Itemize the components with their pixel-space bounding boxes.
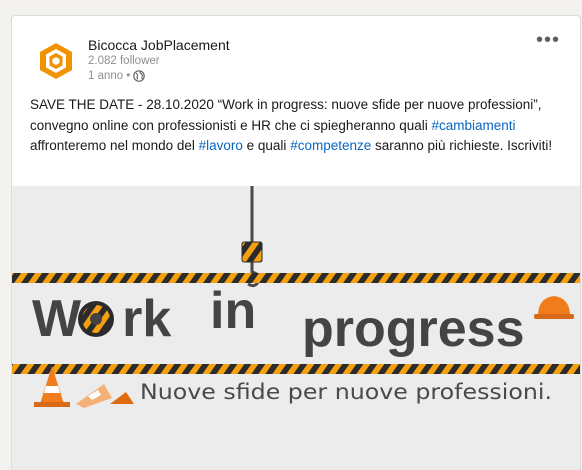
- hazard-o-icon: [78, 301, 114, 337]
- post-text-part-3: e quali: [242, 138, 291, 153]
- post-age: 1 anno: [88, 70, 124, 82]
- post-card: Bicocca JobPlacement 2.082 follower 1 an…: [11, 15, 581, 470]
- hashtag-lavoro[interactable]: #lavoro: [199, 138, 243, 153]
- company-name[interactable]: Bicocca JobPlacement: [88, 37, 230, 53]
- fallen-cone-icon: [76, 384, 134, 408]
- hard-hat-icon: [534, 296, 574, 319]
- company-logo[interactable]: [36, 41, 76, 81]
- post-text: SAVE THE DATE - 28.10.2020 “Work in prog…: [30, 95, 570, 157]
- banner-subtitle: Nuove sfide per nuove professioni.: [140, 380, 552, 404]
- follower-count: 2.082 follower: [88, 55, 160, 67]
- work-in-progress-banner: Wrk in progress Nuove sfide per nuove pr…: [12, 186, 580, 408]
- hazard-stripe-top: [12, 273, 580, 283]
- hashtag-cambiamenti[interactable]: #cambiamenti: [432, 118, 516, 133]
- hashtag-competenze[interactable]: #competenze: [290, 138, 371, 153]
- meta-separator: •: [126, 70, 131, 82]
- hazard-stripe-bottom: [12, 364, 580, 374]
- banner-title-progress: progress: [302, 300, 525, 358]
- more-options-button[interactable]: •••: [536, 30, 560, 50]
- banner-title-rk: rk: [122, 290, 171, 348]
- post-image[interactable]: Wrk in progress Nuove sfide per nuove pr…: [12, 186, 580, 470]
- post-meta: 1 anno •: [88, 70, 146, 82]
- post-text-part-4: saranno più richieste. Iscriviti!: [371, 138, 553, 153]
- banner-title-w: W: [32, 290, 82, 348]
- post-text-part-2: affronteremo nel mondo del: [30, 138, 199, 153]
- banner-title-in: in: [210, 282, 256, 340]
- globe-icon: [133, 70, 146, 82]
